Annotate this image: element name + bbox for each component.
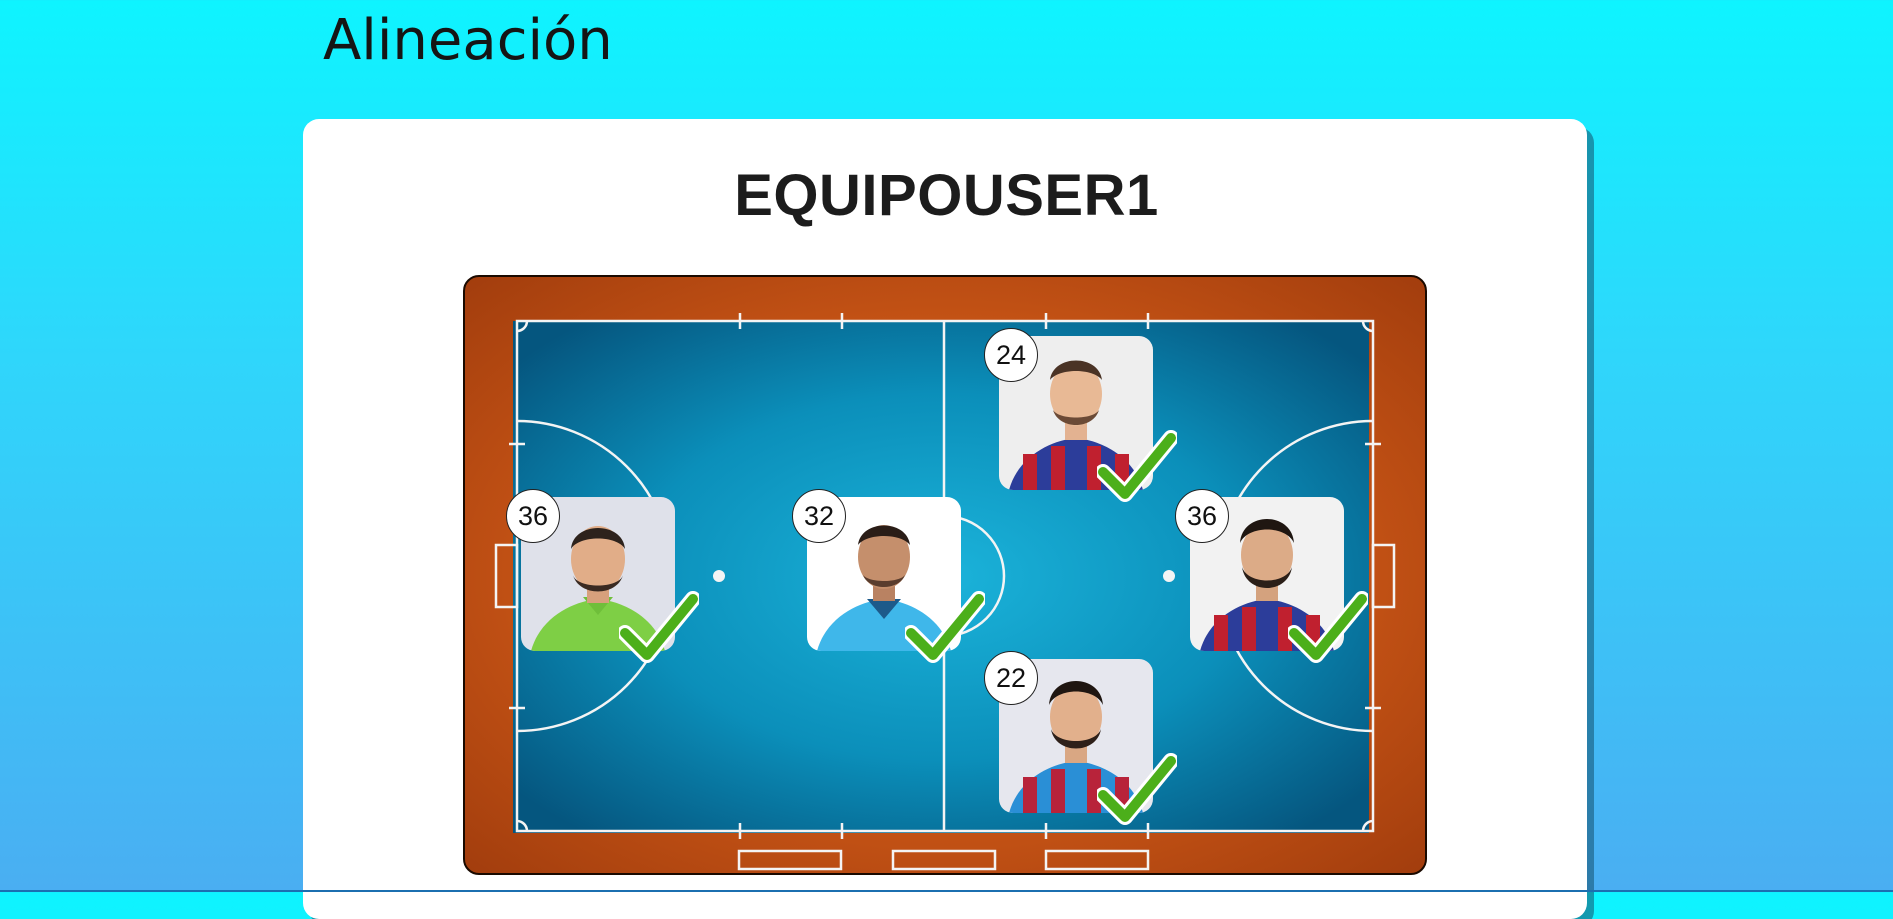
check-icon [905,591,985,663]
check-icon [1097,430,1177,502]
player-number: 22 [984,651,1038,705]
player-card[interactable]: 32 [792,489,985,663]
player-card[interactable]: 36 [506,489,699,663]
check-icon [1097,753,1177,825]
player-card[interactable]: 22 [984,651,1177,825]
player-number: 32 [792,489,846,543]
player-card[interactable]: 24 [984,328,1177,502]
player-number: 36 [506,489,560,543]
player-number: 36 [1175,489,1229,543]
page-title: Alineación [323,8,613,73]
check-icon [1288,591,1368,663]
check-icon [619,591,699,663]
team-name: EQUIPOUSER1 [734,163,1159,228]
player-number: 24 [984,328,1038,382]
player-card[interactable]: 36 [1175,489,1368,663]
